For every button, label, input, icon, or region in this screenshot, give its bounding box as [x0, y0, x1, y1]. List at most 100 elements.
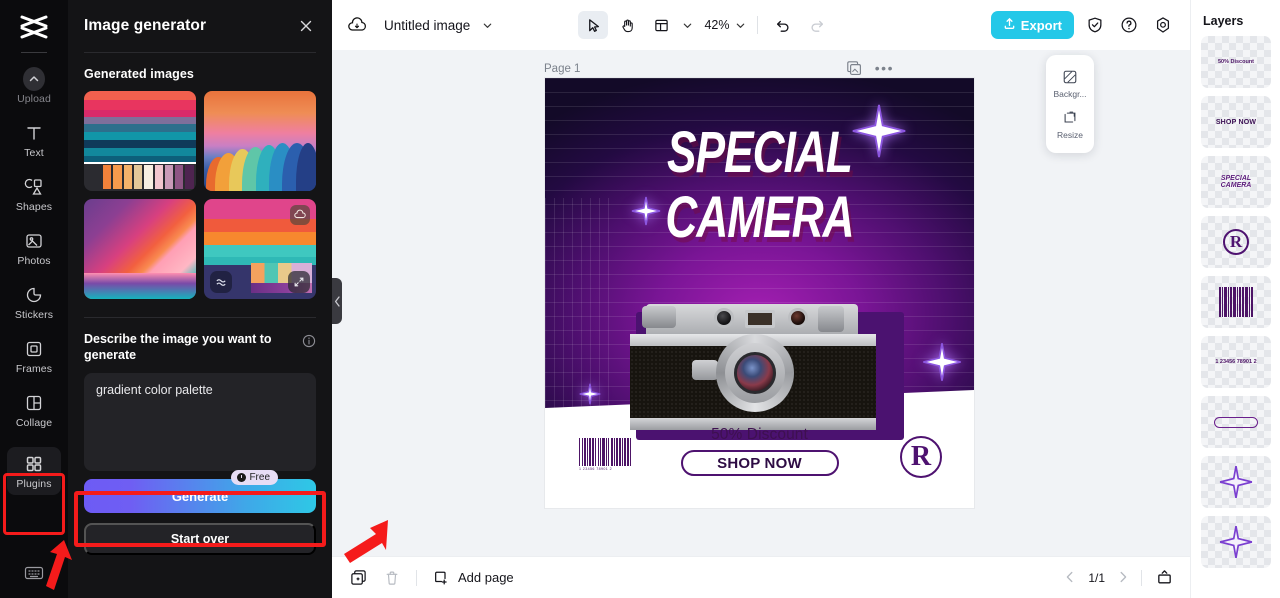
canvas-mini-toolbar: Backgr... Resize [1046, 55, 1094, 153]
layer-preview-text: 50% Discount [1217, 59, 1255, 65]
stickers-icon [23, 284, 45, 306]
plugins-grid-icon [23, 453, 45, 475]
duplicate-icon[interactable] [348, 568, 368, 588]
panel-collapse-handle[interactable] [332, 278, 342, 324]
registered-mark[interactable]: R [900, 436, 942, 478]
prev-page-button[interactable] [1064, 570, 1076, 586]
expand-icon[interactable] [288, 271, 310, 293]
panel-header: Image generator [68, 0, 332, 52]
layer-pill-shape[interactable] [1201, 396, 1271, 448]
generated-image-3[interactable] [84, 199, 196, 299]
barcode-number: 1 23456 78901 2 [579, 467, 612, 471]
sidebar-item-photos[interactable]: Photos [0, 221, 68, 275]
canvas-area[interactable]: Page 1 ••• Backgr... Resize SPECIAL CAME… [332, 50, 1190, 556]
photos-image-icon [23, 230, 45, 252]
sidebar-item-text[interactable]: Text [0, 113, 68, 167]
help-question-icon[interactable] [1116, 12, 1142, 38]
tool-group: 42% [578, 11, 832, 39]
layer-registered-mark[interactable]: R [1201, 216, 1271, 268]
layer-headline-text[interactable]: SPECIAL CAMERA [1201, 156, 1271, 208]
app-root: Upload Text Shapes Photos Stickers Frame… [0, 0, 1280, 598]
prompt-input[interactable]: gradient color palette [84, 373, 316, 472]
layer-barcode-number[interactable]: 1 23456 78901 2 [1201, 336, 1271, 388]
present-icon[interactable] [1154, 568, 1174, 588]
more-options-icon[interactable]: ••• [875, 61, 894, 75]
sidebar-item-stickers[interactable]: Stickers [0, 275, 68, 329]
layer-star-1[interactable] [1201, 456, 1271, 508]
cloud-save-icon[interactable] [346, 14, 368, 36]
redo-button[interactable] [802, 11, 832, 39]
layer-barcode[interactable] [1201, 276, 1271, 328]
sidebar-item-upload[interactable]: Upload [0, 59, 68, 113]
sidebar-item-label: Plugins [16, 477, 52, 490]
export-button[interactable]: Export [990, 11, 1074, 39]
info-icon[interactable] [302, 334, 316, 348]
layout-tool[interactable] [646, 11, 676, 39]
clock-icon [237, 473, 247, 483]
layer-discount-text[interactable]: 50% Discount [1201, 36, 1271, 88]
trash-icon[interactable] [382, 568, 402, 588]
shop-now-button[interactable]: SHOP NOW [680, 450, 839, 476]
next-page-button[interactable] [1117, 570, 1129, 586]
generated-image-2[interactable] [204, 91, 316, 191]
duplicate-page-icon[interactable] [845, 59, 863, 77]
zoom-level[interactable]: 42% [704, 18, 729, 32]
layer-shop-now-text[interactable]: SHOP NOW [1201, 96, 1271, 148]
camera-rangefinder [787, 308, 808, 328]
camera-viewfinder [713, 308, 734, 328]
sidebar-item-label: Text [24, 146, 44, 159]
sidebar-item-plugins[interactable]: Plugins [7, 447, 61, 495]
keyboard-shortcuts-icon [24, 566, 44, 585]
settings-gear-icon[interactable] [1150, 12, 1176, 38]
background-label: Backgr... [1053, 89, 1087, 99]
add-page-label: Add page [458, 570, 514, 585]
sidebar-item-label: Stickers [14, 308, 54, 321]
describe-label: Describe the image you want to generate [84, 332, 272, 362]
poster-headline[interactable]: SPECIAL CAMERA [545, 122, 974, 246]
chevron-down-icon[interactable] [480, 18, 494, 32]
undo-button[interactable] [768, 11, 798, 39]
palette-swatches [103, 165, 194, 189]
layers-title: Layers [1203, 14, 1244, 28]
camera-window [744, 310, 775, 328]
barcode-graphic[interactable]: 1 23456 78901 2 [579, 438, 631, 472]
select-tool[interactable] [578, 11, 609, 39]
close-icon[interactable] [296, 16, 316, 36]
resize-label: Resize [1057, 130, 1083, 140]
cloud-download-icon[interactable] [290, 205, 310, 225]
free-badge-label: Free [249, 472, 270, 484]
wave-shapes [204, 143, 316, 191]
sidebar-item-label: Frames [15, 362, 53, 375]
upload-chevron-icon [23, 66, 45, 91]
effects-icon[interactable] [210, 271, 232, 293]
sidebar-item-shapes[interactable]: Shapes [0, 167, 68, 221]
generated-image-1[interactable] [84, 91, 196, 191]
layers-panel: Layers 50% Discount SHOP NOW SPECIAL CAME… [1190, 0, 1280, 598]
generated-image-4[interactable] [204, 199, 316, 299]
discount-block[interactable]: 50% Discount SHOP NOW [650, 426, 870, 476]
describe-row: Describe the image you want to generate [84, 332, 316, 363]
document-title[interactable]: Untitled image [384, 18, 470, 33]
keyboard-shortcuts-button[interactable] [24, 565, 44, 586]
resize-button[interactable]: Resize [1046, 104, 1094, 145]
layer-star-2[interactable] [1201, 516, 1271, 568]
add-page-button[interactable]: Add page [431, 568, 514, 588]
zoom-chevron-down-icon[interactable] [733, 18, 747, 32]
panel-body: Generated images Describe the image you … [68, 53, 332, 556]
panel-title: Image generator [84, 17, 207, 34]
export-label: Export [1020, 17, 1062, 33]
background-button[interactable]: Backgr... [1046, 63, 1094, 104]
generate-button[interactable]: Generate [84, 479, 316, 514]
hand-tool[interactable] [612, 11, 642, 39]
capcut-logo-icon[interactable] [17, 12, 51, 42]
sidebar-item-collage[interactable]: Collage [0, 383, 68, 437]
sidebar-item-frames[interactable]: Frames [0, 329, 68, 383]
layout-chevron-down-icon[interactable] [680, 18, 694, 32]
shield-check-icon[interactable] [1082, 12, 1108, 38]
layers-list[interactable]: 50% Discount SHOP NOW SPECIAL CAMERA R 1… [1191, 36, 1280, 598]
generated-images-title: Generated images [84, 67, 194, 81]
poster-canvas[interactable]: SPECIAL CAMERA 1 23456 78901 2 50% Disco… [545, 78, 974, 508]
top-toolbar: Untitled image 42% Export [332, 0, 1190, 50]
sidebar-item-label: Upload [17, 92, 51, 105]
start-over-button[interactable]: Start over [84, 523, 316, 556]
